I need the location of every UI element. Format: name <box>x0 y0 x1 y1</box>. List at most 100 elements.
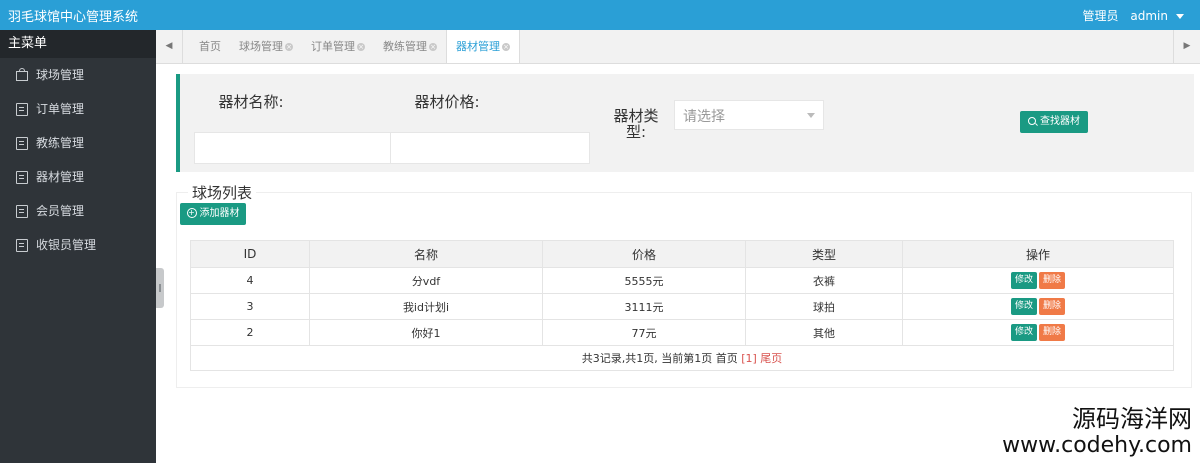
cell-id: 2 <box>190 319 310 346</box>
sidebar-item-label: 订单管理 <box>36 102 85 116</box>
column-header-type: 类型 <box>745 240 903 268</box>
document-icon <box>16 103 28 116</box>
user-menu[interactable]: admin <box>1130 9 1184 23</box>
table-header-row: ID 名称 价格 类型 操作 <box>190 240 1174 268</box>
edit-button[interactable]: 修改 <box>1011 324 1037 341</box>
sidebar-item-cashiers[interactable]: 收银员管理 <box>0 228 156 262</box>
watermark: 源码海洋网 www.codehy.com <box>1002 405 1192 459</box>
type-label: 器材类型: <box>613 107 659 141</box>
price-input[interactable] <box>390 132 590 164</box>
role-label: 管理员 <box>1082 9 1119 23</box>
cell-price: 3111元 <box>542 293 746 320</box>
table-row: 3 我id计划i 3111元 球拍 修改 删除 <box>190 293 1174 320</box>
tab-scroll-right-button[interactable]: ▶ <box>1173 30 1200 63</box>
sidebar-item-orders[interactable]: 订单管理 <box>0 92 156 126</box>
delete-button[interactable]: 删除 <box>1039 298 1065 315</box>
chevron-down-icon <box>807 113 815 118</box>
list-legend: 球场列表 <box>188 182 257 203</box>
sidebar-item-coaches[interactable]: 教练管理 <box>0 126 156 160</box>
last-page-link[interactable]: 尾页 <box>760 352 782 365</box>
tab-orders[interactable]: 订单管理 × <box>302 30 374 63</box>
tab-coaches[interactable]: 教练管理 × <box>374 30 446 63</box>
add-button-label: 添加器材 <box>199 208 240 219</box>
document-icon <box>16 137 28 150</box>
edit-button[interactable]: 修改 <box>1011 272 1037 289</box>
cell-price: 5555元 <box>542 267 746 294</box>
tab-equipment[interactable]: 器材管理 × <box>446 30 520 63</box>
tab-label: 订单管理 <box>311 40 355 53</box>
cell-actions: 修改 删除 <box>902 293 1174 320</box>
tab-label: 首页 <box>199 40 221 53</box>
tab-scroll-left-button[interactable]: ◀ <box>156 30 183 63</box>
sidebar-item-label: 教练管理 <box>36 136 85 150</box>
top-header: 羽毛球馆中心管理系统 管理员 admin <box>0 0 1200 30</box>
pagination-row: 共3记录,共1页, 当前第1页 首页 [1] 尾页 <box>190 345 1174 371</box>
sidebar-item-label: 器材管理 <box>36 170 85 184</box>
watermark-line2: www.codehy.com <box>1002 433 1192 458</box>
tab-bar: ◀ 首页 球场管理 × 订单管理 × 教练管理 × 器材管理 × ▶ <box>156 30 1200 64</box>
sidebar-item-members[interactable]: 会员管理 <box>0 194 156 228</box>
search-icon <box>1028 117 1036 125</box>
user-area[interactable]: 管理员 admin <box>1075 7 1184 24</box>
close-icon[interactable]: × <box>357 43 365 51</box>
name-label: 器材名称: <box>218 93 284 111</box>
table-row: 4 分vdf 5555元 衣裤 修改 删除 <box>190 267 1174 294</box>
search-button[interactable]: 查找器材 <box>1020 111 1088 133</box>
pagination: 共3记录,共1页, 当前第1页 首页 [1] 尾页 <box>190 345 1174 371</box>
type-select-placeholder: 请选择 <box>683 109 725 125</box>
search-button-label: 查找器材 <box>1040 116 1080 127</box>
table-row: 2 你好1 77元 其他 修改 删除 <box>190 319 1174 346</box>
sidebar: 主菜单 球场管理 订单管理 教练管理 器材管理 会员管理 收银员管理 <box>0 30 156 463</box>
plus-circle-icon: + <box>186 208 197 218</box>
column-header-name: 名称 <box>309 240 543 268</box>
pagination-summary: 共3记录,共1页, 当前第1页 <box>581 352 713 365</box>
main-content: 器材名称: 器材价格: 器材类型: 请选择 查找器材 球场列表 + 添加器材 ID… <box>164 64 1200 463</box>
sidebar-item-equipment[interactable]: 器材管理 <box>0 160 156 194</box>
first-page-link[interactable]: 首页 <box>716 352 738 365</box>
watermark-line1: 源码海洋网 <box>1072 405 1192 433</box>
name-input[interactable] <box>194 132 394 164</box>
cell-name: 分vdf <box>309 267 543 294</box>
sidebar-collapse-handle[interactable] <box>156 268 164 308</box>
cell-name: 你好1 <box>309 319 543 346</box>
delete-button[interactable]: 删除 <box>1039 324 1065 341</box>
cell-name: 我id计划i <box>309 293 543 320</box>
cell-price: 77元 <box>542 319 746 346</box>
column-header-id: ID <box>190 240 310 268</box>
search-panel: 器材名称: 器材价格: 器材类型: 请选择 查找器材 <box>176 74 1194 172</box>
bag-icon <box>16 67 28 81</box>
app-title: 羽毛球馆中心管理系统 <box>8 10 139 25</box>
sidebar-item-label: 球场管理 <box>36 68 85 82</box>
type-select[interactable]: 请选择 <box>674 100 824 130</box>
close-icon[interactable]: × <box>285 43 293 51</box>
cell-type: 衣裤 <box>745 267 903 294</box>
document-icon <box>16 205 28 218</box>
sidebar-heading: 主菜单 <box>0 30 156 58</box>
sidebar-item-court[interactable]: 球场管理 <box>0 58 156 92</box>
price-label: 器材价格: <box>414 93 480 111</box>
column-header-price: 价格 <box>542 240 746 268</box>
tab-home[interactable]: 首页 <box>190 30 230 63</box>
add-equipment-button[interactable]: + 添加器材 <box>180 203 246 225</box>
document-icon <box>16 171 28 184</box>
edit-button[interactable]: 修改 <box>1011 298 1037 315</box>
tab-label: 球场管理 <box>239 40 283 53</box>
caret-down-icon <box>1176 14 1184 19</box>
tab-court[interactable]: 球场管理 × <box>230 30 302 63</box>
cell-id: 3 <box>190 293 310 320</box>
current-page: [1] <box>741 352 757 365</box>
equipment-table: ID 名称 价格 类型 操作 4 分vdf 5555元 衣裤 修改 删除 3 我i… <box>190 240 1174 371</box>
close-icon[interactable]: × <box>502 43 510 51</box>
column-header-actions: 操作 <box>902 240 1174 268</box>
delete-button[interactable]: 删除 <box>1039 272 1065 289</box>
cell-actions: 修改 删除 <box>902 319 1174 346</box>
close-icon[interactable]: × <box>429 43 437 51</box>
tab-list: 首页 球场管理 × 订单管理 × 教练管理 × 器材管理 × <box>190 30 520 63</box>
document-icon <box>16 239 28 252</box>
cell-type: 球拍 <box>745 293 903 320</box>
cell-type: 其他 <box>745 319 903 346</box>
cell-actions: 修改 删除 <box>902 267 1174 294</box>
username: admin <box>1130 9 1168 23</box>
cell-id: 4 <box>190 267 310 294</box>
tab-label: 教练管理 <box>383 40 427 53</box>
